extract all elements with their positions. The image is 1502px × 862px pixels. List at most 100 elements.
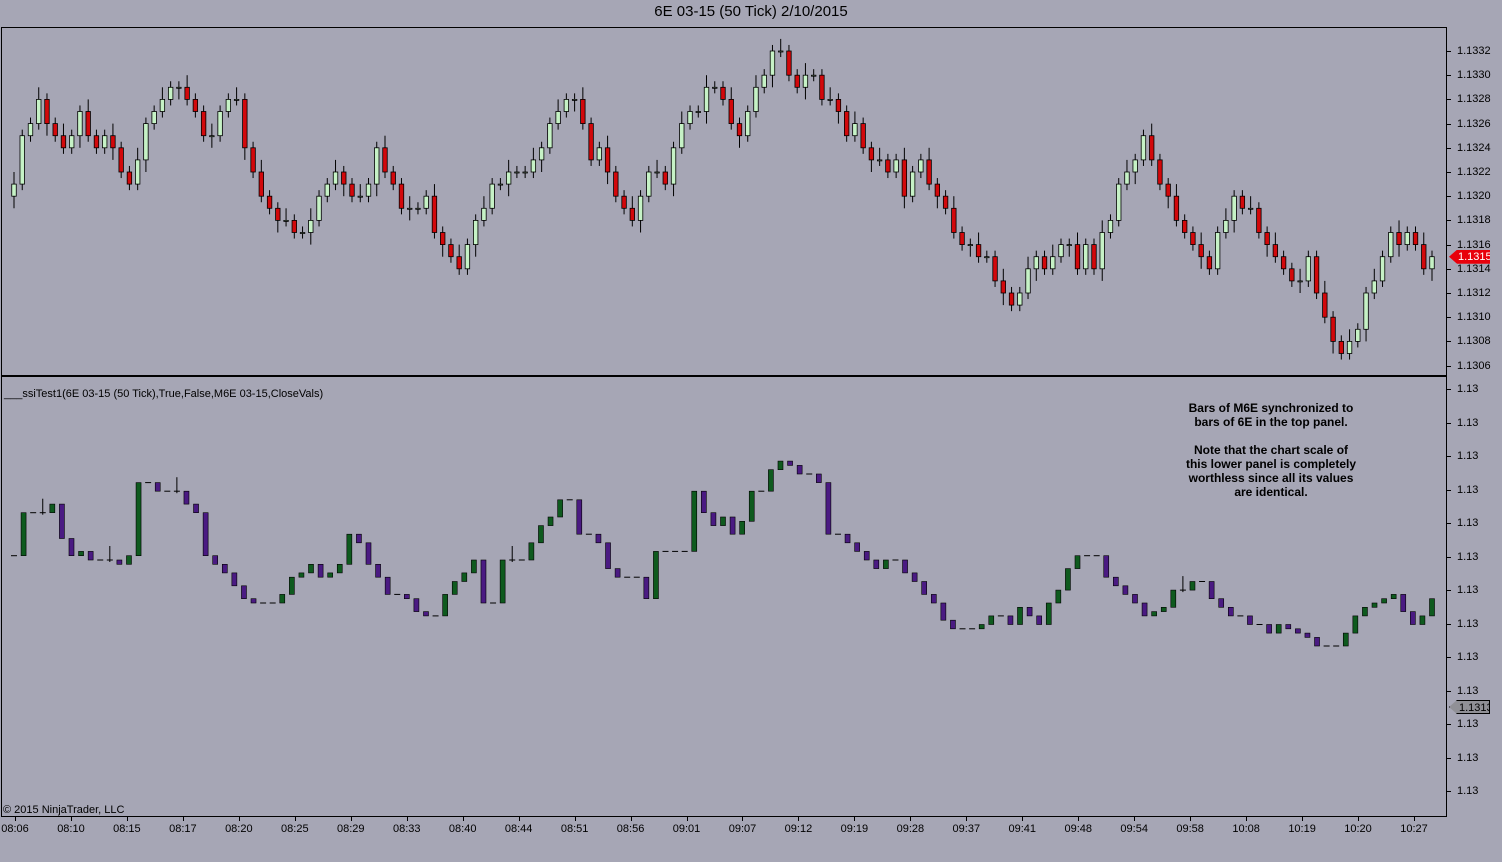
last-price-marker: 1.1315	[1449, 249, 1490, 264]
time-axis-tick	[406, 817, 408, 821]
time-axis-tick	[518, 817, 520, 821]
indicator-axis-tick	[1447, 456, 1451, 457]
price-candle	[1223, 219, 1229, 233]
indicator-candle	[78, 551, 84, 557]
indicator-axis[interactable]: 1.13 1.13 1.13 1.13 1.13 1.13 1.13 1.13 1.13 1.13…	[1447, 376, 1502, 817]
time-axis-label: 08:20	[225, 823, 253, 835]
indicator-candle	[873, 559, 880, 569]
indicator-axis-label: 1.13	[1457, 584, 1479, 596]
price-axis-tick	[1447, 51, 1451, 52]
price-candle	[374, 147, 380, 185]
indicator-axis-tick	[1447, 556, 1451, 558]
time-axis-label: 09:48	[1064, 823, 1092, 835]
indicator-candle	[1429, 598, 1435, 617]
price-candle	[250, 147, 256, 173]
note-line: Bars of M6E synchronized to	[1188, 401, 1354, 415]
indicator-candle	[308, 563, 314, 574]
price-candle	[431, 195, 438, 233]
price-candle	[1000, 280, 1006, 294]
time-axis-tick	[854, 817, 856, 821]
indicator-candle	[748, 490, 755, 522]
price-axis-tick	[1447, 75, 1451, 77]
annotation-note: Bars of M6E synchronized to bars of 6E in…	[1168, 401, 1374, 499]
price-candle	[489, 183, 495, 209]
indicator-candle	[605, 542, 611, 569]
indicator-candle	[883, 559, 889, 569]
price-candle	[695, 111, 701, 113]
indicator-candle	[451, 581, 458, 595]
price-axis[interactable]: 1.1332 1.1330 1.1328 1.1326 1.1324 1.1322 1.13…	[1447, 27, 1502, 376]
price-axis-tick	[1447, 365, 1451, 367]
price-candle	[646, 171, 652, 197]
price-candle	[308, 219, 314, 233]
indicator-candle	[1295, 628, 1301, 634]
price-candle	[530, 159, 537, 173]
indicator-candle	[576, 499, 583, 535]
time-axis-tick	[630, 817, 632, 821]
time-axis-tick	[574, 817, 576, 821]
indicator-candle	[1074, 555, 1081, 569]
last-value-marker: 1.1313	[1449, 700, 1490, 714]
price-candle	[110, 135, 116, 149]
price-candle	[951, 207, 957, 233]
price-axis-label: 1.1324	[1457, 141, 1491, 154]
price-candle	[1083, 244, 1089, 270]
indicator-candle	[595, 533, 602, 544]
price-axis-tick	[1447, 220, 1451, 222]
indicator-candle	[499, 559, 506, 604]
price-candle	[1173, 195, 1180, 221]
price-candle	[151, 111, 157, 124]
price-axis-label: 1.1314	[1457, 262, 1491, 275]
time-axis-tick	[294, 817, 296, 821]
price-candle	[69, 135, 75, 149]
price-candle	[1280, 256, 1287, 270]
price-candle	[563, 99, 570, 112]
indicator-candle	[327, 572, 333, 578]
indicator-axis-label: 1.13	[1457, 483, 1479, 496]
indicator-axis-tick	[1447, 422, 1451, 424]
time-axis[interactable]: 08:06 08:10 08:15 08:17 08:20 08:25 08:29 08:33…	[0, 817, 1447, 862]
price-candle	[357, 195, 363, 198]
price-candle	[637, 195, 644, 221]
price-candle	[1206, 256, 1213, 270]
time-axis-label: 09:41	[1008, 823, 1037, 835]
indicator-candle	[528, 542, 535, 561]
indicator-candle	[1390, 594, 1397, 600]
indicator-candle	[471, 559, 477, 574]
price-candle	[992, 256, 998, 282]
indicator-candle	[816, 473, 822, 483]
indicator-axis-label: 1.13	[1457, 751, 1479, 764]
time-axis-label: 08:40	[448, 823, 477, 835]
indicator-candle	[298, 572, 305, 578]
price-axis-label: 1.1328	[1457, 93, 1491, 106]
price-candle	[819, 74, 825, 100]
note-line: bars of 6E in the top panel.	[1194, 415, 1348, 429]
indicator-axis-label: 1.13	[1457, 416, 1479, 429]
price-candle	[464, 244, 471, 270]
price-candle	[36, 99, 42, 125]
indicator-candle	[59, 503, 65, 539]
indicator-axis-label: 1.13	[1457, 684, 1479, 697]
price-candle	[1412, 232, 1419, 245]
price-candle	[299, 232, 306, 234]
price-candle	[143, 123, 149, 161]
price-candle	[184, 86, 190, 100]
price-candle	[588, 123, 594, 161]
price-candle	[19, 135, 25, 185]
indicator-candle	[710, 512, 717, 526]
price-candle	[1338, 340, 1344, 354]
price-axis-label: 1.1308	[1457, 335, 1491, 348]
price-axis-label: 1.1330	[1457, 69, 1491, 82]
price-candle	[365, 183, 372, 197]
price-candle	[811, 74, 817, 77]
time-axis-tick	[1022, 817, 1024, 821]
price-axis-label: 1.1312	[1457, 287, 1491, 299]
price-candle	[1017, 292, 1023, 306]
indicator-candle	[538, 525, 544, 544]
indicator-candle	[384, 576, 391, 595]
time-axis-tick	[910, 817, 912, 821]
price-axis-label: 1.1322	[1457, 166, 1491, 178]
time-axis-tick	[1302, 817, 1304, 821]
indicator-candle	[988, 615, 995, 625]
time-axis-label: 08:51	[560, 823, 589, 835]
